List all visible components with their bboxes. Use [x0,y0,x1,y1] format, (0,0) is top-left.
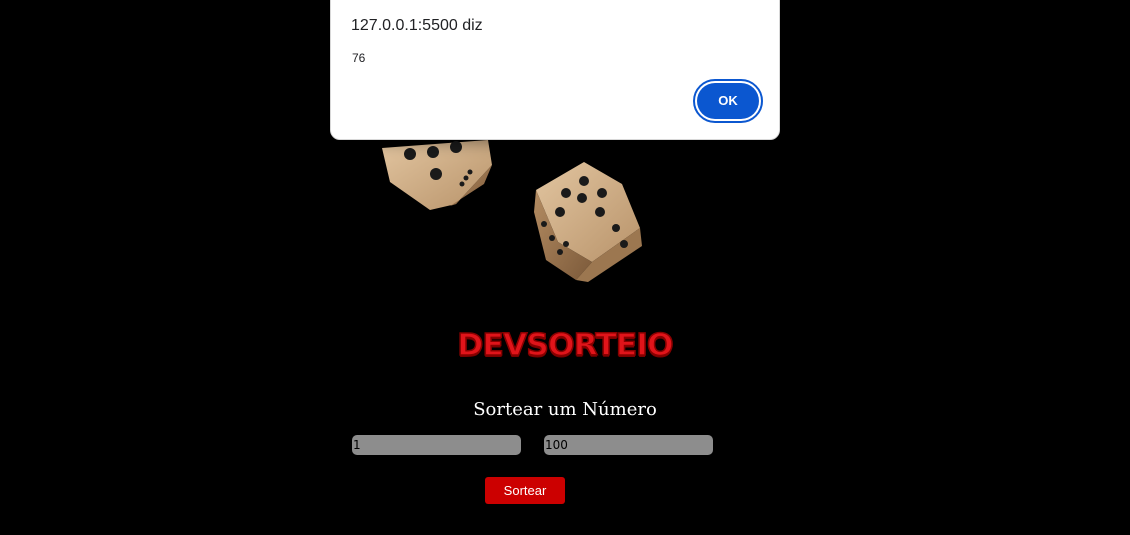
dialog-message: 76 [352,51,366,65]
alert-dialog: 127.0.0.1:5500 diz 76 OK [330,0,780,140]
logo-text: DEVSORTEIO [457,327,675,364]
max-number-input[interactable] [544,435,713,455]
page: DEVSORTEIO Sortear um Número Sortear 127… [0,0,1130,535]
min-number-input[interactable] [352,435,521,455]
dice-icon [382,140,642,282]
draw-button[interactable]: Sortear [485,477,565,504]
die-right [534,162,642,282]
die-left [382,140,492,210]
dialog-ok-button[interactable]: OK [693,79,763,123]
logo: DEVSORTEIO [0,326,1130,366]
dialog-ok-label: OK [697,83,759,119]
dialog-title: 127.0.0.1:5500 diz [351,17,483,34]
page-heading: Sortear um Número [473,399,657,420]
